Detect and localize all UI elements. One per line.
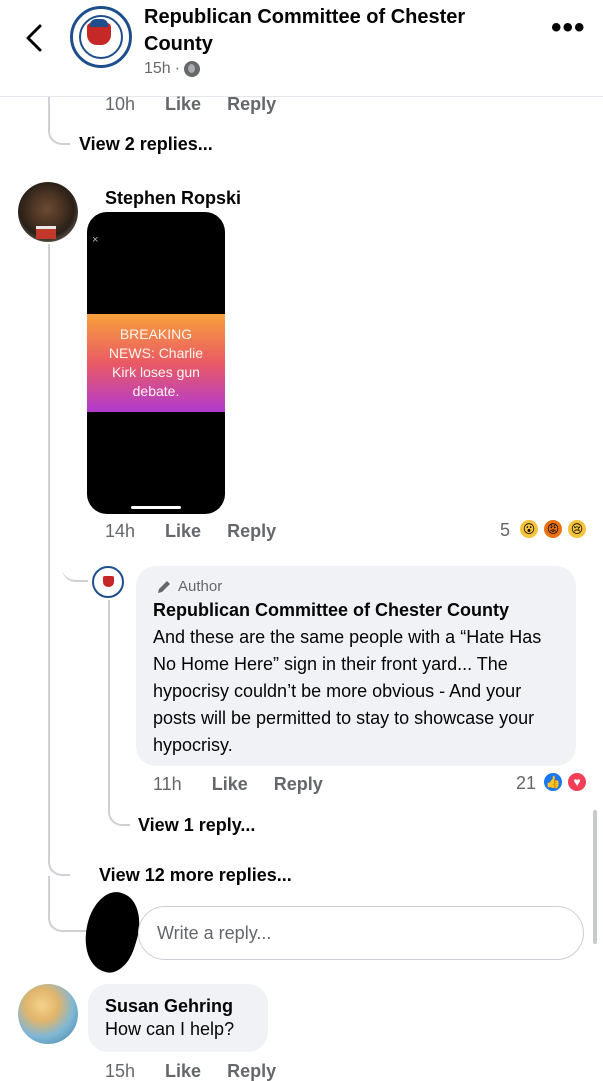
comment-time: 15h [105,1061,136,1081]
author-label: Author [178,578,223,595]
comment-text: And these are the same people with a “Ha… [153,627,542,755]
thread-connector [62,566,88,582]
comment-text: How can I help? [105,1019,235,1039]
thread-connector [108,600,130,826]
commenter-name[interactable]: Republican Committee of Chester County [153,600,509,621]
thread-line [48,244,50,858]
avatar[interactable] [18,984,78,1044]
reply-button[interactable]: Reply [227,94,276,115]
home-indicator [131,506,181,509]
avatar[interactable] [18,182,78,242]
post-meta: 15h · [144,60,201,78]
pencil-icon [158,580,170,593]
commenter-name[interactable]: Susan Gehring [105,996,233,1017]
comment-bubble: Susan Gehring How can I help? [88,984,268,1052]
thread-connector [48,97,70,145]
meta-separator: · [174,60,181,77]
like-button[interactable]: Like [165,521,201,542]
globe-icon [184,61,201,77]
comment-actions: 11h Like Reply [153,774,349,795]
view-replies-link[interactable]: View 1 reply... [138,815,255,836]
comment-time: 11h [153,774,182,794]
angry-reaction-icon: 😡 [542,518,564,540]
comment-time: 14h [105,521,136,541]
thread-connector [48,858,70,876]
like-reaction-icon: 👍 [542,771,564,793]
thread-connector [48,876,88,932]
reply-button[interactable]: Reply [227,521,276,542]
reply-button[interactable]: Reply [274,774,323,795]
more-options-icon[interactable]: ••• [551,13,586,43]
back-arrow-icon[interactable] [20,20,50,56]
comment-actions: 14h Like Reply [105,521,302,542]
love-reaction-icon: ♥ [566,771,588,793]
author-badge: Author [156,578,222,595]
media-caption: BREAKING NEWS: Charlie Kirk loses gun de… [108,326,204,399]
post-time: 15h [144,60,171,77]
comment-time: 10h [105,94,136,114]
close-icon: × [92,234,99,246]
post-header: Republican Committee of Chester County 1… [0,0,603,97]
sad-reaction-icon: 😢 [566,518,588,540]
like-button[interactable]: Like [165,94,201,115]
commenter-name[interactable]: Stephen Ropski [105,188,241,209]
like-button[interactable]: Like [212,774,248,795]
avatar[interactable] [92,566,124,598]
reaction-count[interactable]: 5 [500,520,510,541]
elephant-logo-icon [87,19,111,45]
page-avatar[interactable] [70,6,132,68]
comment-actions: 15h Like Reply [105,1061,302,1081]
author-comment-bubble: Author Republican Committee of Chester C… [136,566,576,766]
view-more-replies-link[interactable]: View 12 more replies... [99,865,292,886]
comment-media[interactable]: × BREAKING NEWS: Charlie Kirk loses gun … [87,212,225,514]
comment-actions: 10h Like Reply [105,94,302,115]
view-replies-link[interactable]: View 2 replies... [79,134,213,155]
reply-input[interactable]: Write a reply... [138,906,584,960]
scrollbar[interactable] [593,810,597,944]
page-title[interactable]: Republican Committee of Chester County [144,4,504,58]
like-button[interactable]: Like [165,1061,201,1081]
wow-reaction-icon: 😮 [518,518,540,540]
reply-button[interactable]: Reply [227,1061,276,1081]
reaction-count[interactable]: 21 [516,773,536,794]
